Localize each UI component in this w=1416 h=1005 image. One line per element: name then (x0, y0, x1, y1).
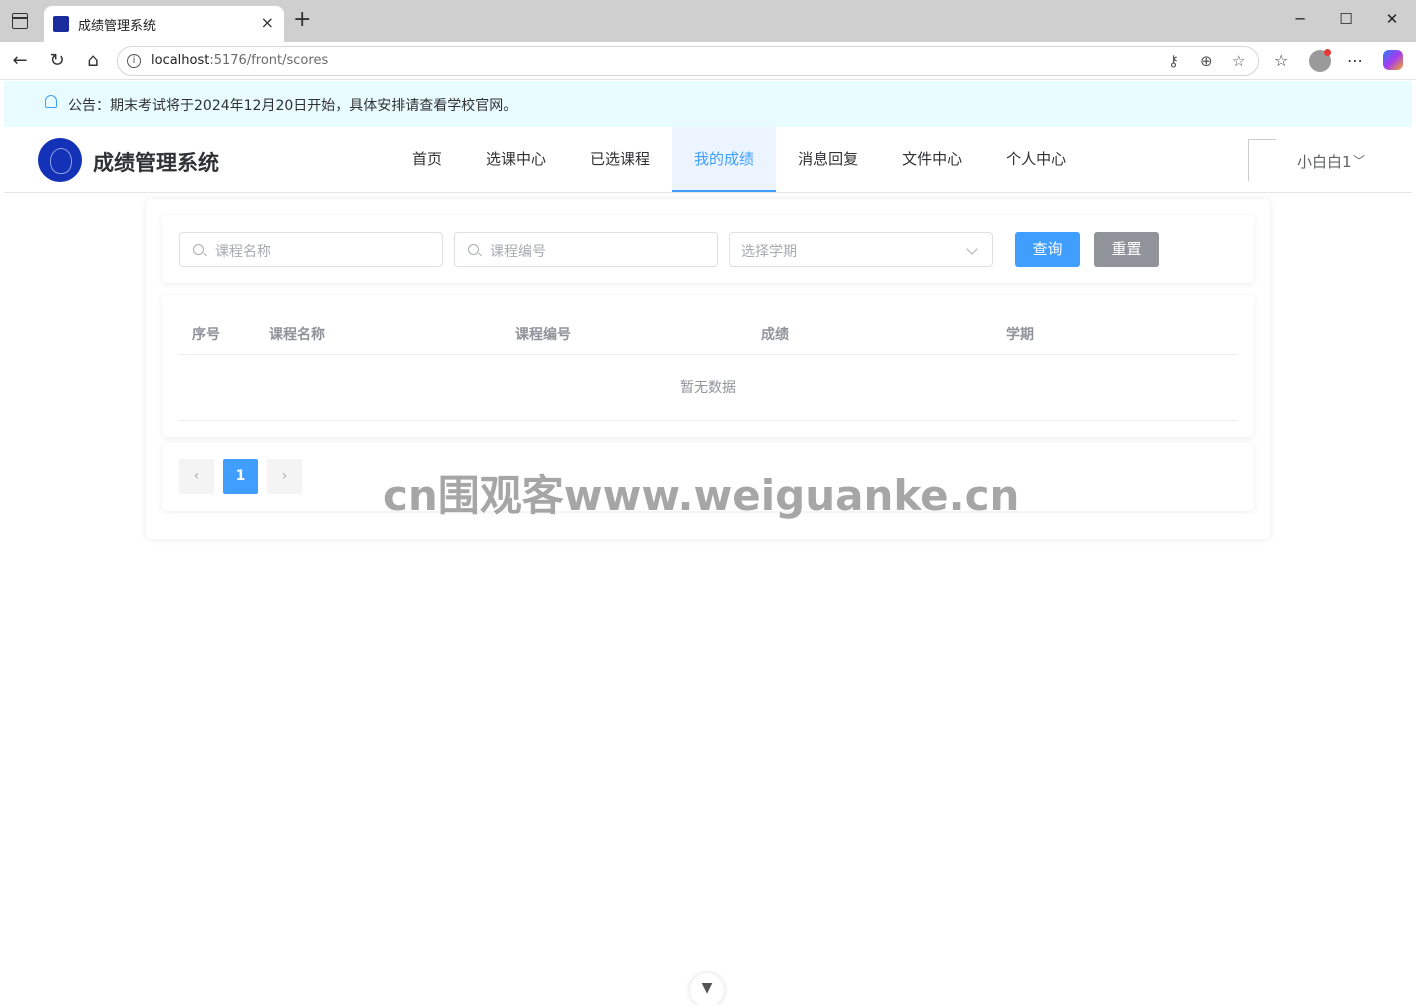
query-button[interactable]: 查询 (1015, 232, 1080, 267)
scroll-down-icon[interactable]: ▼ (690, 973, 724, 1005)
course-code-placeholder: 课程编号 (490, 244, 546, 260)
notice-text: 公告：期末考试将于2024年12月20日开始，具体安排请查看学校官网。 (68, 98, 518, 114)
key-icon[interactable]: ⚷ (1168, 52, 1179, 70)
web-page: 公告：期末考试将于2024年12月20日开始，具体安排请查看学校官网。 成绩管理… (4, 81, 1412, 1001)
copilot-icon[interactable] (1383, 50, 1403, 70)
reset-button[interactable]: 重置 (1094, 232, 1159, 267)
scores-table: 序号 课程名称 课程编号 成绩 学期 暂无数据 (162, 295, 1254, 437)
browser-tabbar: 成绩管理系统 × + ─ ☐ ✕ (0, 0, 1416, 42)
chevron-down-icon[interactable]: ﹀ (1353, 152, 1365, 169)
next-page-button[interactable]: › (267, 459, 302, 494)
search-form: 课程名称 课程编号 选择学期 查询 重置 (162, 215, 1254, 283)
maximize-icon[interactable]: ☐ (1336, 10, 1356, 28)
course-name-input[interactable]: 课程名称 (179, 232, 443, 267)
nav-item-messages[interactable]: 消息回复 (776, 127, 880, 192)
browser-tab[interactable]: 成绩管理系统 × (44, 6, 284, 42)
minimize-icon[interactable]: ─ (1290, 10, 1310, 28)
zoom-icon[interactable]: ⊕ (1200, 52, 1213, 70)
search-icon (193, 244, 204, 255)
site-header: 成绩管理系统 首页 选课中心 已选课程 我的成绩 消息回复 文件中心 个人中心 … (4, 127, 1412, 193)
browser-toolbar: ← ↻ ⌂ i localhost:5176/front/scores ⚷ ⊕ … (0, 42, 1416, 80)
column-header-score: 成绩 (761, 327, 789, 343)
course-code-input[interactable]: 课程编号 (454, 232, 718, 267)
nav-item-selected-courses[interactable]: 已选课程 (568, 127, 672, 192)
course-name-placeholder: 课程名称 (215, 244, 271, 260)
table-header: 序号 课程名称 课程编号 成绩 学期 (179, 313, 1237, 355)
column-header-course-code: 课程编号 (515, 327, 571, 343)
site-title[interactable]: 成绩管理系统 (93, 147, 219, 177)
more-menu-icon[interactable]: ⋯ (1347, 51, 1363, 70)
tab-actions-icon[interactable] (12, 13, 28, 29)
nav-item-home[interactable]: 首页 (390, 127, 464, 192)
semester-placeholder: 选择学期 (741, 244, 797, 260)
bell-icon (45, 95, 57, 108)
favorite-star-icon[interactable]: ☆ (1232, 52, 1245, 70)
new-tab-icon[interactable]: + (293, 9, 311, 31)
tab-title: 成绩管理系统 (78, 19, 157, 34)
prev-page-button[interactable]: ‹ (179, 459, 214, 494)
avatar[interactable] (1248, 139, 1276, 181)
empty-state: 暂无数据 (179, 355, 1237, 421)
user-name[interactable]: 小白白1 (1297, 151, 1352, 172)
favicon-icon (53, 16, 69, 32)
notification-dot-icon (1324, 49, 1331, 56)
chevron-down-icon (966, 243, 978, 255)
nav-item-my-scores[interactable]: 我的成绩 (672, 127, 777, 192)
page-1-button[interactable]: 1 (223, 459, 258, 494)
logo-icon[interactable] (38, 138, 82, 182)
nav-item-profile[interactable]: 个人中心 (984, 127, 1088, 192)
search-icon (468, 244, 479, 255)
site-info-icon[interactable]: i (127, 54, 141, 68)
nav-item-course-selection[interactable]: 选课中心 (464, 127, 568, 192)
nav-item-files[interactable]: 文件中心 (880, 127, 984, 192)
column-header-index: 序号 (192, 327, 220, 343)
window-close-icon[interactable]: ✕ (1382, 10, 1402, 28)
url-text[interactable]: localhost:5176/front/scores (151, 53, 328, 68)
refresh-icon[interactable]: ↻ (45, 50, 69, 72)
watermark: cn围观客www.weiguanke.cn (383, 471, 1020, 520)
semester-select[interactable]: 选择学期 (729, 232, 993, 267)
column-header-course-name: 课程名称 (269, 327, 325, 343)
favorites-icon[interactable]: ☆ (1274, 51, 1288, 70)
home-icon[interactable]: ⌂ (81, 50, 105, 72)
address-bar[interactable]: i localhost:5176/front/scores ⚷ ⊕ ☆ (117, 46, 1259, 76)
notice-bar: 公告：期末考试将于2024年12月20日开始，具体安排请查看学校官网。 (4, 81, 1412, 127)
tab-close-icon[interactable]: × (261, 13, 274, 32)
main-nav: 首页 选课中心 已选课程 我的成绩 消息回复 文件中心 个人中心 (390, 127, 1088, 192)
column-header-semester: 学期 (1006, 327, 1034, 343)
back-icon[interactable]: ← (8, 50, 32, 72)
